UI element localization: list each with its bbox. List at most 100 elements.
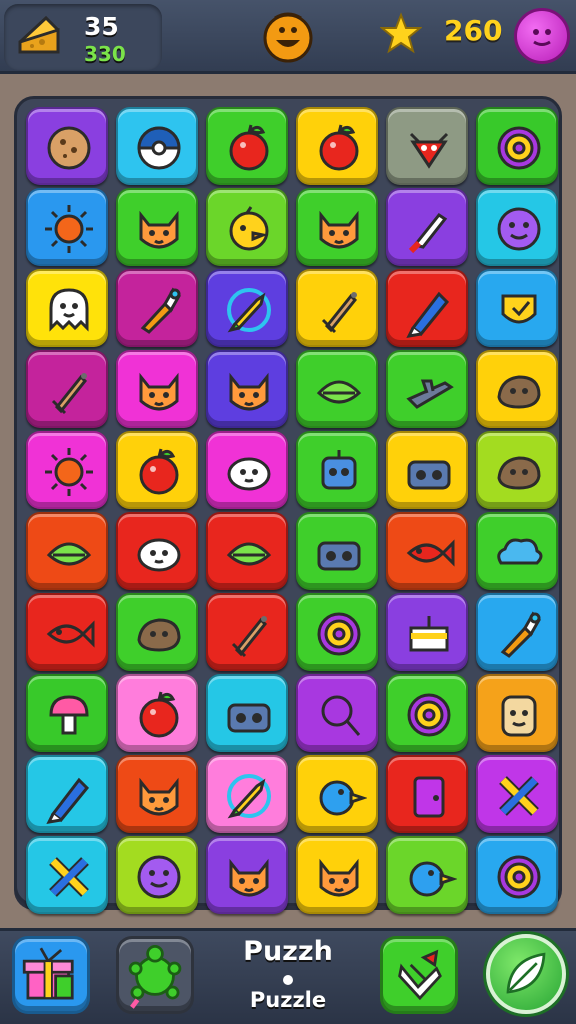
tile-cake[interactable] bbox=[386, 593, 468, 671]
mushroom-icon bbox=[49, 695, 89, 735]
tile-cloud[interactable] bbox=[476, 512, 558, 590]
tile-cat[interactable] bbox=[296, 188, 378, 266]
tile-radio[interactable] bbox=[386, 431, 468, 509]
tile-leaf[interactable] bbox=[206, 512, 288, 590]
tile-ghost[interactable] bbox=[26, 269, 108, 347]
ball-icon bbox=[137, 126, 181, 170]
donut-icon bbox=[407, 693, 451, 737]
sword-icon bbox=[321, 292, 358, 334]
tile-rock[interactable] bbox=[476, 431, 558, 509]
apple-icon bbox=[319, 124, 359, 171]
tile-sun[interactable] bbox=[26, 188, 108, 266]
tile-leaf[interactable] bbox=[26, 512, 108, 590]
tile-donut[interactable] bbox=[476, 836, 558, 914]
tile-plane[interactable] bbox=[386, 350, 468, 428]
stat-bottom-value: 330 bbox=[84, 42, 126, 66]
tile-toast[interactable] bbox=[476, 674, 558, 752]
turtle-icon bbox=[128, 945, 182, 1009]
tile-sword[interactable] bbox=[26, 350, 108, 428]
door-icon bbox=[413, 776, 445, 818]
cake-icon bbox=[409, 616, 449, 652]
donut-icon bbox=[497, 126, 541, 170]
tile-cookie[interactable] bbox=[26, 107, 108, 185]
tile-rocket[interactable] bbox=[206, 755, 288, 833]
star-icon bbox=[379, 12, 423, 54]
robot-icon bbox=[321, 450, 357, 490]
tile-cat[interactable] bbox=[206, 836, 288, 914]
tile-apple[interactable] bbox=[206, 107, 288, 185]
tile-leaf[interactable] bbox=[296, 350, 378, 428]
face-icon bbox=[497, 207, 541, 251]
tile-brush[interactable] bbox=[476, 593, 558, 671]
tile-cat[interactable] bbox=[116, 755, 198, 833]
tile-balloon[interactable] bbox=[296, 674, 378, 752]
tile-sword[interactable] bbox=[296, 269, 378, 347]
tile-radio[interactable] bbox=[206, 674, 288, 752]
tile-pencil[interactable] bbox=[26, 755, 108, 833]
tile-rock[interactable] bbox=[116, 593, 198, 671]
fish-icon bbox=[46, 620, 95, 648]
tile-cat[interactable] bbox=[296, 836, 378, 914]
apple-icon bbox=[229, 124, 269, 171]
tile-door[interactable] bbox=[386, 755, 468, 833]
tile-mushroom[interactable] bbox=[26, 674, 108, 752]
profile-button[interactable] bbox=[514, 8, 570, 64]
tile-apple[interactable] bbox=[116, 674, 198, 752]
tile-apple[interactable] bbox=[296, 107, 378, 185]
purple-face-icon bbox=[533, 29, 551, 46]
ghost-icon bbox=[49, 288, 89, 332]
rock-icon bbox=[497, 456, 541, 490]
tile-pencil[interactable] bbox=[386, 269, 468, 347]
footer-dot bbox=[283, 975, 293, 985]
tile-cat[interactable] bbox=[206, 350, 288, 428]
tile-sheep[interactable] bbox=[206, 431, 288, 509]
knife-icon bbox=[408, 212, 448, 254]
donut-icon bbox=[497, 855, 541, 899]
hint-button[interactable] bbox=[380, 936, 458, 1014]
fish-icon bbox=[406, 539, 455, 567]
tile-ball[interactable] bbox=[116, 107, 198, 185]
tile-radio[interactable] bbox=[296, 512, 378, 590]
tile-chick[interactable] bbox=[206, 188, 288, 266]
tile-knife[interactable] bbox=[386, 188, 468, 266]
tile-cat[interactable] bbox=[116, 350, 198, 428]
rocket-icon bbox=[227, 774, 271, 819]
radio-icon bbox=[317, 541, 361, 571]
tile-fish[interactable] bbox=[26, 593, 108, 671]
tile-cross[interactable] bbox=[26, 836, 108, 914]
tile-face[interactable] bbox=[116, 836, 198, 914]
gift-box-button[interactable] bbox=[12, 936, 90, 1014]
leaf-button[interactable] bbox=[486, 934, 566, 1014]
tile-bird[interactable] bbox=[296, 755, 378, 833]
tile-donut[interactable] bbox=[386, 674, 468, 752]
tile-bird[interactable] bbox=[386, 836, 468, 914]
tile-rocket[interactable] bbox=[206, 269, 288, 347]
sword-icon bbox=[51, 373, 88, 415]
tile-shield[interactable] bbox=[476, 269, 558, 347]
turtle-button[interactable] bbox=[116, 936, 194, 1014]
score-value: 260 bbox=[444, 14, 503, 47]
shield-icon bbox=[501, 294, 537, 324]
bird-icon bbox=[319, 780, 367, 816]
tile-sword[interactable] bbox=[206, 593, 288, 671]
tile-apple[interactable] bbox=[116, 431, 198, 509]
cat-icon bbox=[229, 858, 269, 897]
tile-robot[interactable] bbox=[296, 431, 378, 509]
tile-cat[interactable] bbox=[116, 188, 198, 266]
cat-icon bbox=[139, 210, 179, 249]
tile-rock[interactable] bbox=[476, 350, 558, 428]
cross-icon bbox=[499, 776, 539, 816]
tile-brush[interactable] bbox=[116, 269, 198, 347]
tile-sheep[interactable] bbox=[116, 512, 198, 590]
tile-fish[interactable] bbox=[386, 512, 468, 590]
tile-crab[interactable] bbox=[386, 107, 468, 185]
tile-sun[interactable] bbox=[26, 431, 108, 509]
footer-title: Puzzh bbox=[243, 936, 333, 967]
plane-icon bbox=[406, 379, 454, 409]
tile-cross[interactable] bbox=[476, 755, 558, 833]
tile-face[interactable] bbox=[476, 188, 558, 266]
tile-donut[interactable] bbox=[296, 593, 378, 671]
tile-donut[interactable] bbox=[476, 107, 558, 185]
cloud-icon bbox=[497, 538, 543, 565]
cat-icon bbox=[319, 210, 359, 249]
